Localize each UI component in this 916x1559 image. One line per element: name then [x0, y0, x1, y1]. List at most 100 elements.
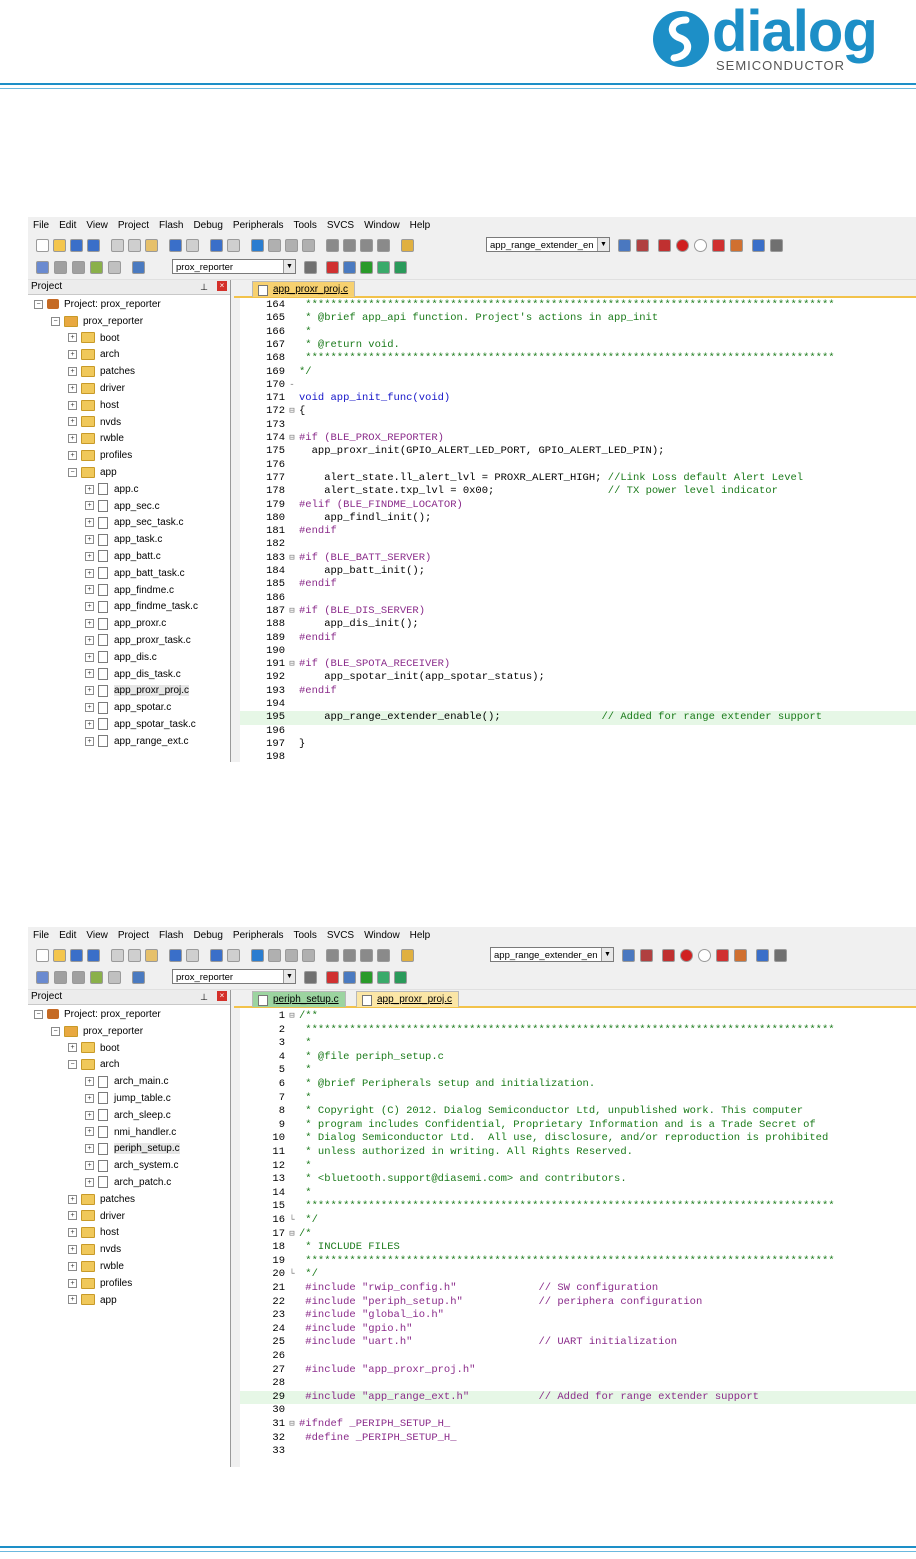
code-line[interactable]: 23 #include "global_io.h" [240, 1309, 916, 1323]
undo-icon[interactable] [169, 239, 182, 252]
code-line[interactable]: 172 ⊟{ [240, 405, 916, 418]
tree-item-file[interactable]: + nmi_handler.c [85, 1125, 176, 1141]
menu-item-peripherals[interactable]: Peripherals [228, 217, 289, 231]
books-icon[interactable] [394, 971, 407, 984]
build-target-icon[interactable] [54, 261, 67, 274]
build-icon[interactable] [622, 949, 635, 962]
code-line[interactable]: 7 * [240, 1092, 916, 1106]
expand-icon[interactable]: + [85, 619, 94, 629]
code-line[interactable]: 9 * program includes Confidential, Propr… [240, 1119, 916, 1133]
code-line[interactable]: 170- [240, 379, 916, 392]
cut-icon[interactable] [111, 239, 124, 252]
code-line[interactable]: 164 ************************************… [240, 299, 916, 312]
expand-icon[interactable]: + [85, 703, 94, 713]
code-line[interactable]: 10 * Dialog Semiconductor Ltd. All use, … [240, 1132, 916, 1146]
new-file-icon[interactable] [36, 949, 49, 962]
next-bookmark-icon[interactable] [285, 949, 298, 962]
unindent-icon[interactable] [343, 239, 356, 252]
collapse-icon[interactable]: − [34, 299, 43, 309]
tree-item-project[interactable]: − Project: prox_reporter [34, 1007, 161, 1023]
tree-item-folder[interactable]: + host [68, 398, 119, 414]
copy-icon[interactable] [128, 949, 141, 962]
tree-item-file[interactable]: + app_batt_task.c [85, 566, 185, 582]
clear-bookmarks-icon[interactable] [302, 949, 315, 962]
menu-item-svcs[interactable]: SVCS [322, 217, 359, 231]
load-icon[interactable] [132, 971, 145, 984]
next-bookmark-icon[interactable] [285, 239, 298, 252]
collapse-icon[interactable]: − [34, 1009, 43, 1019]
code-line[interactable]: 5 * [240, 1064, 916, 1078]
batch-build-icon[interactable] [90, 261, 103, 274]
file-extensions-icon[interactable] [326, 261, 339, 274]
code-line[interactable]: 12 * [240, 1160, 916, 1174]
code-line[interactable]: 33 [240, 1445, 916, 1459]
save-icon[interactable] [70, 949, 83, 962]
collapse-icon[interactable]: − [68, 1060, 77, 1070]
code-line[interactable]: 184 app_batt_init(); [240, 565, 916, 578]
menu-item-edit[interactable]: Edit [54, 927, 81, 941]
collapse-icon[interactable]: − [68, 467, 77, 477]
indent-icon[interactable] [326, 239, 339, 252]
tab-app-proxr-proj-c[interactable]: app_proxr_proj.c [252, 281, 356, 297]
tab-app-proxr-proj-c[interactable]: app_proxr_proj.c [356, 991, 460, 1007]
back-icon[interactable] [210, 949, 223, 962]
tree-item-file[interactable]: + app_spotar.c [85, 700, 171, 716]
select-pack-icon[interactable] [377, 261, 390, 274]
code-line[interactable]: 195 app_range_extender_enable(); // Adde… [240, 711, 916, 725]
file-extensions-icon[interactable] [326, 971, 339, 984]
code-line[interactable]: 196 [240, 725, 916, 738]
tab-periph-setup-c[interactable]: periph_setup.c [252, 991, 346, 1007]
code-line[interactable]: 179 #elif (BLE_FINDME_LOCATOR) [240, 499, 916, 512]
expand-icon[interactable]: + [68, 350, 77, 360]
kill-bp-icon[interactable] [712, 239, 725, 252]
code-line[interactable]: 28 [240, 1377, 916, 1391]
tree-item-folder[interactable]: + driver [68, 381, 125, 397]
code-line[interactable]: 17 ⊟/* [240, 1228, 916, 1242]
expand-icon[interactable]: + [85, 1110, 94, 1120]
window-layout-icon[interactable] [756, 949, 769, 962]
breakpoint-icon[interactable] [680, 949, 693, 962]
expand-icon[interactable]: + [85, 484, 94, 494]
tree-item-group[interactable]: − prox_reporter [51, 314, 143, 330]
code-line[interactable]: 16 └ */ [240, 1214, 916, 1228]
load-icon[interactable] [132, 261, 145, 274]
find-in-files-icon[interactable] [401, 239, 414, 252]
code-line[interactable]: 166 * [240, 326, 916, 339]
code-line[interactable]: 165 * @brief app_api function. Project's… [240, 312, 916, 325]
build-target-icon[interactable] [54, 971, 67, 984]
menu-item-project[interactable]: Project [113, 217, 154, 231]
open-file-icon[interactable] [53, 239, 66, 252]
project-target-select[interactable]: prox_reporter ▼ [172, 969, 296, 984]
code-line[interactable]: 168 ************************************… [240, 352, 916, 365]
bookmark-icon[interactable] [251, 239, 264, 252]
menu-item-help[interactable]: Help [405, 927, 436, 941]
expand-icon[interactable]: + [85, 652, 94, 662]
expand-icon[interactable]: + [68, 417, 77, 427]
project-target-select[interactable]: prox_reporter ▼ [172, 259, 296, 274]
menu-item-file[interactable]: File [28, 927, 54, 941]
code-line[interactable]: 177 alert_state.ll_alert_lvl = PROXR_ALE… [240, 472, 916, 485]
stop-build-icon[interactable] [108, 261, 121, 274]
collapse-icon[interactable]: − [51, 316, 60, 326]
menu-item-peripherals[interactable]: Peripherals [228, 927, 289, 941]
tree-item-folder-open[interactable]: − app [68, 465, 117, 481]
menu-item-window[interactable]: Window [359, 927, 405, 941]
code-line[interactable]: 6 * @brief Peripherals setup and initial… [240, 1078, 916, 1092]
expand-icon[interactable]: + [85, 1144, 94, 1154]
code-line[interactable]: 188 app_dis_init(); [240, 618, 916, 631]
rebuild-icon[interactable] [72, 971, 85, 984]
fold-marker-icon[interactable]: ⊟ [285, 1418, 299, 1432]
inspect-icon[interactable] [658, 239, 671, 252]
expand-icon[interactable]: + [85, 501, 94, 511]
tree-item-project[interactable]: − Project: prox_reporter [34, 297, 161, 313]
tree-item-folder[interactable]: + rwble [68, 431, 124, 447]
target-options-icon[interactable] [304, 971, 317, 984]
pack-installer-icon[interactable] [360, 261, 373, 274]
code-line[interactable]: 24 #include "gpio.h" [240, 1323, 916, 1337]
tree-item-folder[interactable]: + host [68, 1225, 119, 1241]
code-line[interactable]: 176 [240, 459, 916, 472]
expand-icon[interactable]: + [85, 686, 94, 696]
code-line[interactable]: 171 void app_init_func(void) [240, 392, 916, 405]
menu-item-debug[interactable]: Debug [188, 217, 227, 231]
code-line[interactable]: 173 [240, 419, 916, 432]
